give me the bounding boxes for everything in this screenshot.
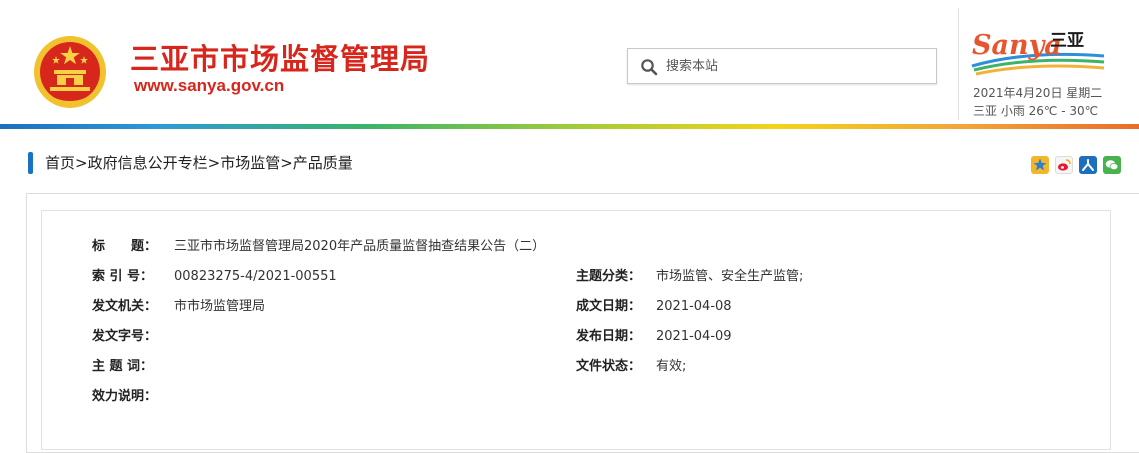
info-label: 发文机关： bbox=[92, 299, 158, 314]
sanya-city-logo: Sanya 三亚 bbox=[971, 30, 1105, 76]
info-label: 效力说明： bbox=[92, 389, 158, 404]
search-icon[interactable] bbox=[640, 58, 658, 76]
info-label: 索 引 号： bbox=[92, 269, 154, 284]
info-row-docno: 发文字号： bbox=[92, 327, 174, 347]
document-info-panel: 标 题： 三亚市市场监督管理局2020年产品质量监督抽查结果公告（二） 索 引 号… bbox=[26, 193, 1139, 453]
info-value: 2021-04-09 bbox=[656, 329, 732, 344]
breadcrumb-product-quality[interactable]: 产品质量 bbox=[293, 154, 353, 172]
info-row-status: 文件状态： 有效; bbox=[576, 357, 686, 377]
national-emblem-icon bbox=[34, 36, 106, 108]
info-value: 有效; bbox=[656, 359, 687, 374]
info-label: 发布日期： bbox=[576, 329, 642, 344]
search-box[interactable] bbox=[627, 48, 937, 84]
info-value: 00823275-4/2021-00551 bbox=[174, 269, 337, 284]
breadcrumb-separator: > bbox=[75, 154, 88, 172]
breadcrumb-separator: > bbox=[207, 154, 221, 172]
info-label: 主 题 词： bbox=[92, 359, 154, 374]
date-text: 2021年4月20日 星期二 bbox=[973, 86, 1103, 100]
info-value: 市场监管、安全生产监管; bbox=[656, 269, 804, 284]
info-label: 主题分类： bbox=[576, 269, 642, 284]
weather-text: 三亚 小雨 26℃ - 30℃ bbox=[973, 104, 1099, 118]
document-info-box: 标 题： 三亚市市场监督管理局2020年产品质量监督抽查结果公告（二） 索 引 号… bbox=[41, 210, 1111, 450]
info-row-topic: 主题分类： 市场监管、安全生产监管; bbox=[576, 267, 803, 287]
logo-mark: 三亚 bbox=[1050, 31, 1084, 51]
breadcrumb-market[interactable]: 市场监管 bbox=[220, 154, 280, 172]
info-row-created: 成文日期： 2021-04-08 bbox=[576, 297, 732, 317]
qzone-icon[interactable] bbox=[1031, 156, 1049, 174]
info-row-validity: 效力说明： bbox=[92, 387, 174, 407]
header-color-stripe bbox=[0, 124, 1139, 129]
breadcrumb-separator: > bbox=[280, 154, 293, 172]
info-label: 成文日期： bbox=[576, 299, 642, 314]
info-value: 2021-04-08 bbox=[656, 299, 732, 314]
info-row-published: 发布日期： 2021-04-09 bbox=[576, 327, 732, 347]
info-value: 三亚市市场监督管理局2020年产品质量监督抽查结果公告（二） bbox=[174, 239, 546, 254]
wechat-icon[interactable] bbox=[1103, 156, 1121, 174]
breadcrumb-home[interactable]: 首页 bbox=[45, 154, 75, 172]
info-row-title: 标 题： 三亚市市场监督管理局2020年产品质量监督抽查结果公告（二） bbox=[92, 237, 545, 257]
search-input[interactable] bbox=[666, 49, 926, 83]
logo-text: Sanya bbox=[972, 30, 1062, 61]
info-row-index: 索 引 号： 00823275-4/2021-00551 bbox=[92, 267, 337, 287]
info-value: 市市场监管理局 bbox=[174, 299, 266, 314]
info-row-issuer: 发文机关： 市市场监管理局 bbox=[92, 297, 265, 317]
breadcrumb-trail: 首页>政府信息公开专栏>市场监管>产品质量 bbox=[45, 152, 353, 174]
header-divider bbox=[958, 8, 959, 120]
renren-icon[interactable] bbox=[1079, 156, 1097, 174]
site-url[interactable]: www.sanya.gov.cn bbox=[134, 76, 284, 96]
info-label: 文件状态： bbox=[576, 359, 642, 374]
info-row-subject: 主 题 词： bbox=[92, 357, 174, 377]
site-header: 三亚市市场监督管理局 www.sanya.gov.cn Sanya 三亚 202… bbox=[0, 0, 1139, 124]
info-label: 发文字号： bbox=[92, 329, 158, 344]
breadcrumb-marker bbox=[28, 152, 33, 174]
breadcrumb-gov-info[interactable]: 政府信息公开专栏 bbox=[88, 154, 208, 172]
weibo-icon[interactable] bbox=[1055, 156, 1073, 174]
site-title[interactable]: 三亚市市场监督管理局 bbox=[130, 36, 430, 78]
info-label: 标 题： bbox=[92, 239, 158, 254]
